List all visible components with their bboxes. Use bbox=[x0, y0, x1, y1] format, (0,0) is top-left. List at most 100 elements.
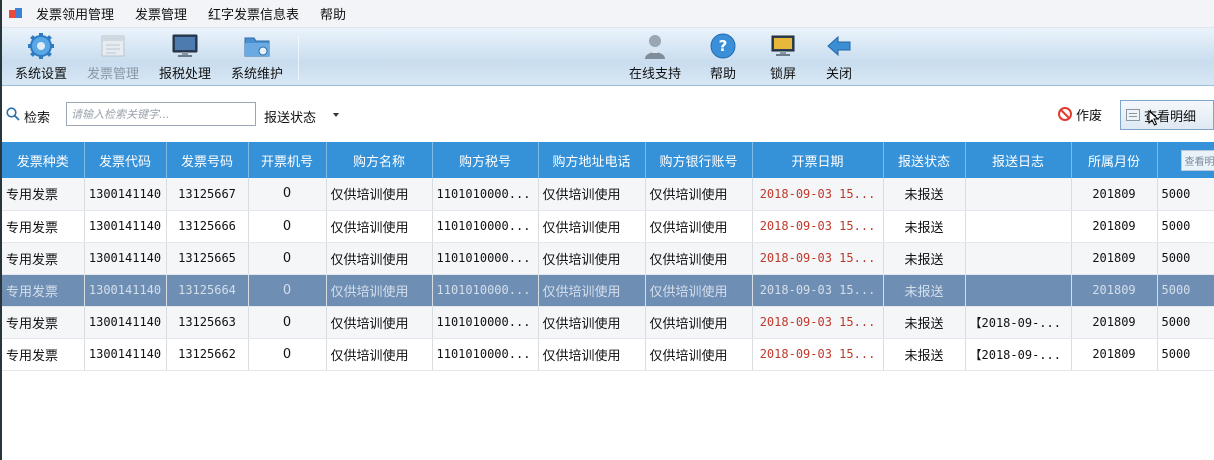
online-support-button[interactable]: 在线支持 bbox=[624, 32, 686, 84]
month-cell[interactable]: 201809 bbox=[1071, 242, 1158, 275]
system-settings-button[interactable]: 系统设置 bbox=[10, 32, 72, 84]
help-button[interactable]: ? 帮助 bbox=[692, 32, 754, 84]
column-header-invoice-code[interactable]: 发票代码 bbox=[84, 142, 167, 178]
buyer-tax-id-cell[interactable]: 1101010000... bbox=[432, 274, 539, 307]
column-header-month[interactable]: 所属月份 bbox=[1071, 142, 1158, 178]
machine-number-cell[interactable]: 0 bbox=[248, 210, 327, 243]
table-row[interactable]: 专用发票 1300141140 13125663 0 仅供培训使用 1101010000.… bbox=[2, 306, 1214, 339]
buyer-name-cell[interactable]: 仅供培训使用 bbox=[326, 242, 433, 275]
machine-number-cell[interactable]: 0 bbox=[248, 274, 327, 307]
invoice-type-cell[interactable]: 专用发票 bbox=[2, 242, 85, 275]
column-header-report-status[interactable]: 报送状态 bbox=[883, 142, 966, 178]
month-cell[interactable]: 201809 bbox=[1071, 306, 1158, 339]
invoice-code-cell[interactable]: 1300141140 bbox=[84, 242, 167, 275]
machine-number-cell[interactable]: 0 bbox=[248, 178, 327, 211]
month-cell[interactable]: 201809 bbox=[1071, 178, 1158, 211]
buyer-address-phone-cell[interactable]: 仅供培训使用 bbox=[538, 210, 646, 243]
table-row[interactable]: 专用发票 1300141140 13125664 0 仅供培训使用 1101010000.… bbox=[2, 274, 1214, 307]
invoice-date-cell[interactable]: 2018-09-03 15... bbox=[752, 242, 884, 275]
report-log-cell[interactable] bbox=[965, 210, 1072, 243]
buyer-address-phone-cell[interactable]: 仅供培训使用 bbox=[538, 274, 646, 307]
invoice-number-cell[interactable]: 13125662 bbox=[166, 338, 249, 371]
system-maintenance-button[interactable]: 系统维护 bbox=[226, 32, 288, 84]
column-header-machine-number[interactable]: 开票机号 bbox=[248, 142, 327, 178]
buyer-name-cell[interactable]: 仅供培训使用 bbox=[326, 338, 433, 371]
invoice-type-cell[interactable]: 专用发票 bbox=[2, 274, 85, 307]
report-log-cell[interactable] bbox=[965, 274, 1072, 307]
invoice-code-cell[interactable]: 1300141140 bbox=[84, 338, 167, 371]
buyer-tax-id-cell[interactable]: 1101010000... bbox=[432, 178, 539, 211]
buyer-bank-account-cell[interactable]: 仅供培训使用 bbox=[645, 338, 753, 371]
invoice-code-cell[interactable]: 1300141140 bbox=[84, 306, 167, 339]
table-row[interactable]: 专用发票 1300141140 13125666 0 仅供培训使用 1101010000.… bbox=[2, 210, 1214, 243]
report-log-cell[interactable] bbox=[965, 242, 1072, 275]
buyer-name-cell[interactable]: 仅供培训使用 bbox=[326, 306, 433, 339]
buyer-bank-account-cell[interactable]: 仅供培训使用 bbox=[645, 242, 753, 275]
report-log-cell[interactable] bbox=[965, 178, 1072, 211]
invoice-type-cell[interactable]: 专用发票 bbox=[2, 178, 85, 211]
month-cell[interactable]: 201809 bbox=[1071, 274, 1158, 307]
buyer-name-cell[interactable]: 仅供培训使用 bbox=[326, 178, 433, 211]
buyer-bank-account-cell[interactable]: 仅供培训使用 bbox=[645, 178, 753, 211]
close-button[interactable]: 关闭 bbox=[808, 32, 870, 84]
report-status-cell[interactable]: 未报送 bbox=[883, 242, 966, 275]
invoice-date-cell[interactable]: 2018-09-03 15... bbox=[752, 338, 884, 371]
amount-cell[interactable]: 5000 bbox=[1157, 338, 1214, 371]
column-header-buyer-bank-account[interactable]: 购方银行账号 bbox=[645, 142, 753, 178]
buyer-address-phone-cell[interactable]: 仅供培训使用 bbox=[538, 242, 646, 275]
column-header-invoice-type[interactable]: 发票种类 bbox=[2, 142, 85, 178]
amount-cell[interactable]: 5000 bbox=[1157, 210, 1214, 243]
buyer-address-phone-cell[interactable]: 仅供培训使用 bbox=[538, 178, 646, 211]
buyer-name-cell[interactable]: 仅供培训使用 bbox=[326, 274, 433, 307]
report-status-filter[interactable]: 报送状态 bbox=[264, 107, 316, 126]
report-log-cell[interactable]: 【2018-09-... bbox=[965, 306, 1072, 339]
invoice-number-cell[interactable]: 13125666 bbox=[166, 210, 249, 243]
report-status-cell[interactable]: 未报送 bbox=[883, 274, 966, 307]
invoice-type-cell[interactable]: 专用发票 bbox=[2, 210, 85, 243]
buyer-bank-account-cell[interactable]: 仅供培训使用 bbox=[645, 274, 753, 307]
column-header-buyer-name[interactable]: 购方名称 bbox=[326, 142, 433, 178]
invoice-number-cell[interactable]: 13125664 bbox=[166, 274, 249, 307]
table-row[interactable]: 专用发票 1300141140 13125665 0 仅供培训使用 1101010000.… bbox=[2, 242, 1214, 275]
menu-invoice-management[interactable]: 发票管理 bbox=[135, 4, 187, 23]
invoice-number-cell[interactable]: 13125665 bbox=[166, 242, 249, 275]
invoice-number-cell[interactable]: 13125663 bbox=[166, 306, 249, 339]
menu-help[interactable]: 帮助 bbox=[320, 4, 346, 23]
menu-invoice-requisition[interactable]: 发票领用管理 bbox=[36, 4, 114, 23]
column-header-invoice-date[interactable]: 开票日期 bbox=[752, 142, 884, 178]
column-header-buyer-address-phone[interactable]: 购方地址电话 bbox=[538, 142, 646, 178]
buyer-bank-account-cell[interactable]: 仅供培训使用 bbox=[645, 210, 753, 243]
month-cell[interactable]: 201809 bbox=[1071, 210, 1158, 243]
report-status-cell[interactable]: 未报送 bbox=[883, 210, 966, 243]
machine-number-cell[interactable]: 0 bbox=[248, 338, 327, 371]
column-header-view[interactable]: 查看明 bbox=[1157, 142, 1214, 178]
invoice-date-cell[interactable]: 2018-09-03 15... bbox=[752, 274, 884, 307]
table-row[interactable]: 专用发票 1300141140 13125662 0 仅供培训使用 1101010000.… bbox=[2, 338, 1214, 371]
buyer-tax-id-cell[interactable]: 1101010000... bbox=[432, 338, 539, 371]
table-row[interactable]: 专用发票 1300141140 13125667 0 仅供培训使用 1101010000.… bbox=[2, 178, 1214, 211]
menu-red-invoice-info[interactable]: 红字发票信息表 bbox=[208, 4, 299, 23]
column-header-buyer-tax-id[interactable]: 购方税号 bbox=[432, 142, 539, 178]
invoice-date-cell[interactable]: 2018-09-03 15... bbox=[752, 306, 884, 339]
invoice-code-cell[interactable]: 1300141140 bbox=[84, 210, 167, 243]
invoice-date-cell[interactable]: 2018-09-03 15... bbox=[752, 178, 884, 211]
buyer-name-cell[interactable]: 仅供培训使用 bbox=[326, 210, 433, 243]
buyer-tax-id-cell[interactable]: 1101010000... bbox=[432, 242, 539, 275]
tax-filing-button[interactable]: 报税处理 bbox=[154, 32, 216, 84]
invoice-number-cell[interactable]: 13125667 bbox=[166, 178, 249, 211]
void-button[interactable]: 作废 bbox=[1058, 102, 1116, 126]
report-status-cell[interactable]: 未报送 bbox=[883, 178, 966, 211]
report-status-cell[interactable]: 未报送 bbox=[883, 306, 966, 339]
amount-cell[interactable]: 5000 bbox=[1157, 306, 1214, 339]
month-cell[interactable]: 201809 bbox=[1071, 338, 1158, 371]
invoice-code-cell[interactable]: 1300141140 bbox=[84, 274, 167, 307]
column-header-invoice-number[interactable]: 发票号码 bbox=[166, 142, 249, 178]
report-status-cell[interactable]: 未报送 bbox=[883, 338, 966, 371]
buyer-bank-account-cell[interactable]: 仅供培训使用 bbox=[645, 306, 753, 339]
view-details-button[interactable]: 查看明细 bbox=[1120, 100, 1214, 130]
search-input[interactable] bbox=[66, 102, 256, 126]
amount-cell[interactable]: 5000 bbox=[1157, 274, 1214, 307]
machine-number-cell[interactable]: 0 bbox=[248, 242, 327, 275]
column-header-report-log[interactable]: 报送日志 bbox=[965, 142, 1072, 178]
invoice-code-cell[interactable]: 1300141140 bbox=[84, 178, 167, 211]
